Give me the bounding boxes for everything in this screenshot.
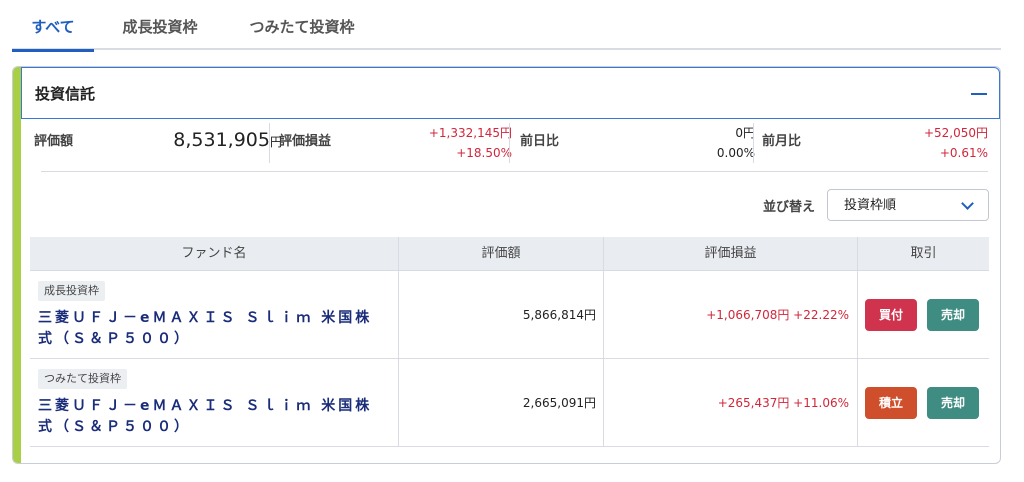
accumulate-button[interactable]: 積立 <box>865 387 917 419</box>
col-divider <box>603 359 604 446</box>
sort-select[interactable]: 投資枠順 <box>827 189 989 221</box>
pl-amount: +1,332,145円 <box>428 126 512 140</box>
table-row: つみたて投資枠 三菱ＵＦＪ－eＭＡＸＩＳ Ｓｌｉｍ 米国株式（Ｓ＆Ｐ５００） 2… <box>30 359 989 447</box>
summary-divider <box>41 171 988 172</box>
sell-button[interactable]: 売却 <box>927 299 979 331</box>
fund-name-link[interactable]: 三菱ＵＦＪ－eＭＡＸＩＳ Ｓｌｉｍ 米国株式（Ｓ＆Ｐ５００） <box>38 396 383 438</box>
valuation-amount: 2,665,091円 <box>522 396 596 410</box>
account-badge: つみたて投資枠 <box>38 369 127 389</box>
valuation-label: 評価額 <box>34 134 74 149</box>
day-change-label: 前日比 <box>520 134 560 149</box>
table-row: 成長投資枠 三菱ＵＦＪ－eＭＡＸＩＳ Ｓｌｉｍ 米国株式（Ｓ＆Ｐ５００） 5,8… <box>30 271 989 359</box>
sort-value: 投資枠順 <box>844 198 897 213</box>
table-header: ファンド名 評価額 評価損益 取引 <box>30 237 989 271</box>
divider <box>753 123 754 163</box>
col-divider <box>398 271 399 358</box>
month-change-label: 前月比 <box>762 134 802 149</box>
summary-row: 評価額 8,531,905円 評価損益 +1,332,145円 +18.50% … <box>21 119 1000 171</box>
card-header[interactable]: 投資信託 <box>21 67 1000 119</box>
tab-all[interactable]: すべて <box>12 0 94 52</box>
sell-button[interactable]: 売却 <box>927 387 979 419</box>
pl-label: 評価損益 <box>279 134 332 149</box>
pl-percent: +18.50% <box>456 146 512 160</box>
chevron-down-icon <box>961 197 974 210</box>
tab-bar: すべて 成長投資枠 つみたて投資枠 <box>12 0 1001 52</box>
tab-tsumitate[interactable]: つみたて投資枠 <box>232 0 372 50</box>
card-accent-bar <box>13 67 21 463</box>
header-valuation: 評価額 <box>481 246 521 261</box>
day-change-percent: 0.00% <box>716 146 755 160</box>
valuation-value: 8,531,905円 <box>173 129 282 151</box>
header-fund-name: ファンド名 <box>181 246 247 261</box>
header-pl: 評価損益 <box>704 246 757 261</box>
month-change-amount: +52,050円 <box>923 126 988 140</box>
investment-trust-card: 投資信託 評価額 8,531,905円 評価損益 +1,332,145円 +18… <box>12 66 1001 464</box>
profit-loss: +1,066,708円 +22.22% <box>706 308 849 322</box>
col-divider <box>398 359 399 446</box>
month-change-percent: +0.61% <box>939 146 988 160</box>
col-divider <box>857 271 858 358</box>
divider <box>509 123 510 163</box>
account-badge: 成長投資枠 <box>38 281 105 301</box>
tab-growth[interactable]: 成長投資枠 <box>105 0 215 50</box>
col-divider <box>603 271 604 358</box>
profit-loss: +265,437円 +11.06% <box>717 396 849 410</box>
divider <box>269 123 270 163</box>
card-title: 投資信託 <box>35 85 96 103</box>
minus-icon[interactable] <box>971 93 987 95</box>
valuation-amount: 5,866,814円 <box>522 308 596 322</box>
header-trade: 取引 <box>910 246 937 261</box>
buy-button[interactable]: 買付 <box>865 299 917 331</box>
fund-name-link[interactable]: 三菱ＵＦＪ－eＭＡＸＩＳ Ｓｌｉｍ 米国株式（Ｓ＆Ｐ５００） <box>38 308 383 350</box>
col-divider <box>857 359 858 446</box>
sort-label: 並び替え <box>763 200 816 215</box>
